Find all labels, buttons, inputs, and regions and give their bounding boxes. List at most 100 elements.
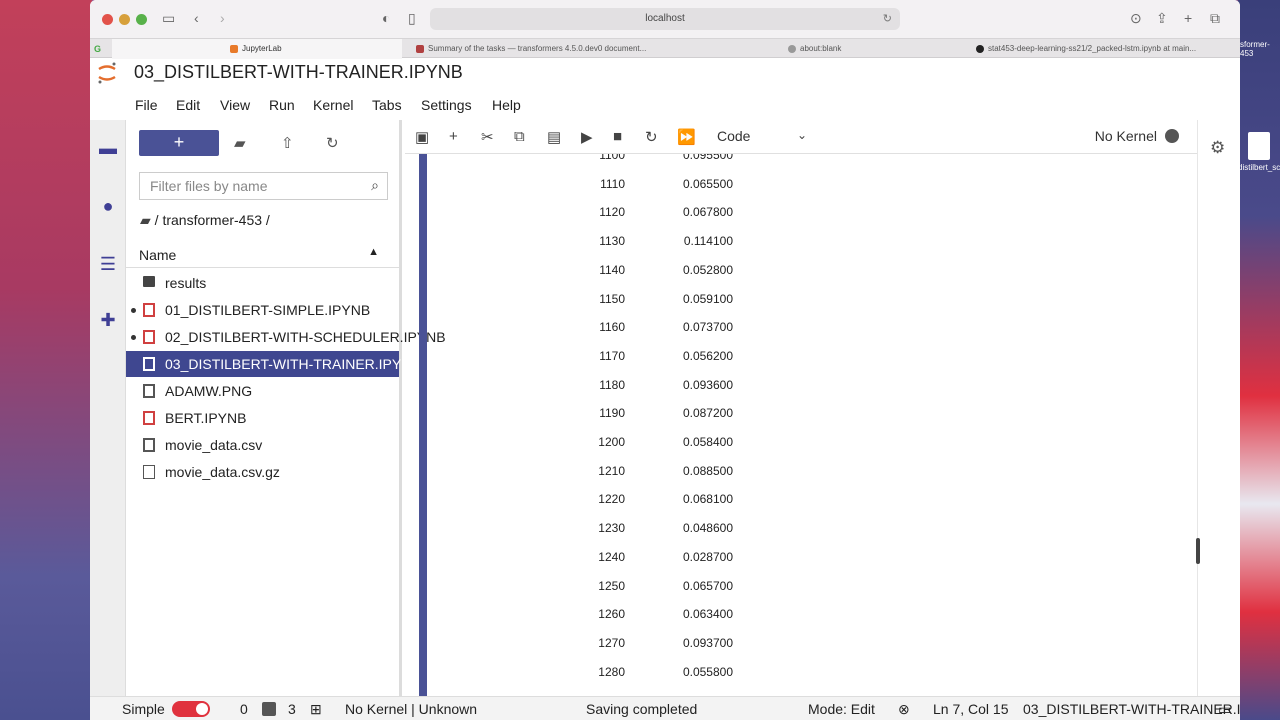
running-indicator-icon (131, 308, 136, 313)
run-icon[interactable]: ▶ (581, 128, 593, 146)
simple-mode-toggle[interactable] (172, 701, 210, 717)
pinned-tab-google[interactable]: G (94, 39, 108, 59)
file-item-notebook-02[interactable]: 02_DISTILBERT-WITH-SCHEDULER.IPYNB (126, 324, 446, 350)
chevron-down-icon[interactable]: ⌄ (797, 128, 807, 142)
copy-icon[interactable]: ⧉ (514, 128, 525, 145)
log-step-cell: 1180 (599, 378, 625, 392)
add-cell-icon[interactable]: + (449, 128, 458, 145)
menu-view[interactable]: View (220, 97, 250, 113)
new-tab-icon[interactable]: + (1184, 10, 1192, 26)
tab-label: JupyterLab (242, 44, 282, 53)
running-sessions-icon[interactable]: ● (97, 196, 119, 218)
stop-icon[interactable]: ■ (613, 128, 622, 145)
shield-icon[interactable]: ▯ (408, 10, 416, 27)
notebook-icon (143, 330, 155, 344)
desktop-file-label: distilbert_sch...ler.ipynb (1238, 163, 1280, 172)
folder-icon[interactable]: ▬ (97, 138, 119, 160)
notebook-toolbar: ▣ + ✂ ⧉ ▤ ▶ ■ ↻ ⏩ Code ⌄ No Kernel (405, 120, 1197, 154)
forward-icon[interactable]: › (220, 10, 225, 26)
tab-github[interactable]: stat453-deep-learning-ss21/2_packed-lstm… (976, 39, 1238, 59)
cell-collapser[interactable] (419, 154, 427, 696)
download-icon[interactable]: ⊙ (1130, 10, 1142, 27)
google-icon: G (94, 44, 102, 54)
gears-icon[interactable]: ⚙ (1210, 138, 1225, 158)
save-icon[interactable]: ▣ (415, 128, 429, 146)
reload-icon[interactable]: ↻ (883, 8, 892, 30)
file-item-bert[interactable]: BERT.IPYNB (126, 405, 399, 431)
upload-icon[interactable]: ⇧ (281, 134, 294, 152)
log-step-cell: 1160 (599, 320, 625, 334)
file-item-notebook-01[interactable]: 01_DISTILBERT-SIMPLE.IPYNB (126, 297, 399, 323)
extensions-icon[interactable]: ✚ (97, 310, 119, 332)
menu-edit[interactable]: Edit (176, 97, 200, 113)
breadcrumb: ▰ / transformer-453 / (140, 212, 270, 229)
fast-forward-icon[interactable]: ⏩ (677, 128, 696, 146)
filter-files-input[interactable]: Filter files by name ⌕ (139, 172, 388, 200)
scrollbar-thumb[interactable] (1196, 538, 1200, 564)
name-column-header[interactable]: Name ▲ (126, 242, 399, 268)
minimize-window-button[interactable] (119, 14, 130, 25)
tab-overview-icon[interactable]: ⧉ (1210, 10, 1220, 27)
table-of-contents-icon[interactable]: ☰ (97, 254, 119, 276)
notebook-icon (143, 303, 155, 317)
file-item-notebook-03[interactable]: 03_DISTILBERT-WITH-TRAINER.IPYNB (126, 351, 421, 377)
kernel-count[interactable]: 3 (288, 701, 296, 717)
file-item-movie-data-gz[interactable]: movie_data.csv.gz (126, 459, 399, 485)
menu-tabs[interactable]: Tabs (372, 97, 402, 113)
new-launcher-button[interactable]: + (139, 130, 219, 156)
paste-icon[interactable]: ▤ (547, 128, 561, 146)
restart-icon[interactable]: ↻ (645, 128, 658, 146)
kernel-name[interactable]: No Kernel (1095, 128, 1157, 144)
sidebar-icon[interactable]: ▭ (162, 10, 175, 27)
notebook-output-area[interactable]: 1100 0.095500 1110 0.065500 1120 0.067800 1130… (405, 154, 1197, 696)
log-loss-cell: 0.058400 (682, 435, 733, 449)
file-item-movie-data-csv[interactable]: movie_data.csv (126, 432, 399, 458)
cell-type-select[interactable]: Code (717, 128, 750, 144)
address-bar[interactable]: localhost ↻ (430, 8, 900, 30)
desktop-file[interactable]: distilbert_sch...ler.ipynb (1238, 132, 1280, 202)
log-loss-cell: 0.073700 (682, 320, 733, 334)
file-name: ADAMW.PNG (165, 383, 253, 399)
column-header-label: Name (139, 247, 177, 263)
menu-file[interactable]: File (135, 97, 158, 113)
file-name: 01_DISTILBERT-SIMPLE.IPYNB (165, 302, 371, 318)
close-window-button[interactable] (102, 14, 113, 25)
browser-tab-bar: G JupyterLab Summary of the tasks — tran… (90, 38, 1240, 59)
refresh-icon[interactable]: ↻ (326, 134, 339, 152)
image-file-icon (143, 384, 155, 398)
menu-kernel[interactable]: Kernel (313, 97, 353, 113)
spellcheck-icon[interactable]: ⊗ (898, 701, 910, 718)
cut-icon[interactable]: ✂ (481, 128, 494, 146)
breadcrumb-path[interactable]: / transformer-453 / (155, 212, 270, 228)
terminal-count[interactable]: 0 (240, 701, 248, 717)
tab-label: about:blank (800, 44, 842, 53)
menu-run[interactable]: Run (269, 97, 295, 113)
menu-help[interactable]: Help (492, 97, 521, 113)
menu-settings[interactable]: Settings (421, 97, 472, 113)
notification-icon[interactable]: ▭ (1218, 701, 1231, 718)
privacy-icon[interactable]: ◐ (382, 10, 390, 26)
log-step-cell: 1100 (599, 154, 625, 162)
docs-favicon-icon (416, 44, 424, 53)
log-loss-cell: 0.048600 (682, 521, 733, 535)
file-item-results[interactable]: results (126, 270, 399, 296)
folder-icon[interactable]: ▰ (140, 212, 151, 228)
file-item-adamw[interactable]: ADAMW.PNG (126, 378, 399, 404)
file-name: movie_data.csv (165, 437, 263, 453)
tab-transformers-docs[interactable]: Summary of the tasks — transformers 4.5.… (416, 39, 662, 59)
github-icon (976, 44, 984, 53)
kernel-status-text[interactable]: No Kernel | Unknown (345, 701, 477, 717)
cursor-position[interactable]: Ln 7, Col 15 (933, 701, 1009, 717)
tab-about-blank[interactable]: about:blank (788, 39, 938, 59)
new-folder-icon[interactable]: ▰ (234, 134, 246, 152)
desktop-background-left (0, 0, 92, 720)
share-icon[interactable]: ⇪ (1156, 10, 1168, 27)
file-icon (1248, 132, 1270, 160)
terminal-icon[interactable] (262, 702, 276, 716)
tab-jupyterlab[interactable]: JupyterLab (112, 39, 402, 59)
back-icon[interactable]: ‹ (194, 10, 199, 26)
log-step-cell: 1170 (599, 349, 625, 363)
zoom-window-button[interactable] (136, 14, 147, 25)
desktop-background-right (1238, 0, 1280, 720)
kernel-chip-icon[interactable]: ⊞ (310, 701, 322, 718)
